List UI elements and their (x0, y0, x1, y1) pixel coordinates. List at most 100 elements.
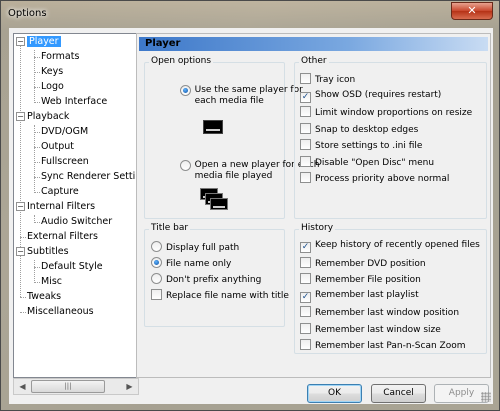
collapse-icon[interactable]: − (16, 247, 25, 256)
scroll-right-icon[interactable]: ▶ (121, 379, 138, 394)
history-group: History ✓ Keep history of recently opened… (294, 223, 487, 354)
tree-item-label: Output (41, 141, 74, 152)
tree-item[interactable]: Subtitles (27, 245, 69, 259)
no-prefix-radio[interactable]: Don't prefix anything (151, 273, 261, 286)
option-label: Remember DVD position (315, 258, 426, 269)
player-settings-panel: Player Open options Use the same player … (136, 33, 491, 378)
checkbox-icon (300, 306, 311, 317)
option-checkbox[interactable]: ✓ Remember last playlist (300, 290, 419, 303)
other-group: Other Tray icon ✓ Show OSD (requires resta… (294, 56, 487, 219)
collapse-icon[interactable]: − (16, 202, 25, 211)
checkbox-icon (300, 73, 311, 84)
tree-item-label: Fullscreen (41, 156, 89, 167)
option-checkbox[interactable]: Remember last window size (300, 322, 441, 336)
history-title: History (299, 223, 336, 233)
tree-item-label: Misc (41, 276, 63, 287)
radio-off-icon (151, 241, 162, 252)
tree-item-label: External Filters (27, 231, 98, 242)
other-title: Other (299, 56, 329, 66)
option-label: Show OSD (requires restart) (315, 89, 442, 100)
scroll-left-icon[interactable]: ◀ (14, 379, 31, 394)
option-checkbox[interactable]: Store settings to .ini file (300, 139, 422, 152)
option-checkbox[interactable]: ✓ Keep history of recently opened files (300, 240, 480, 253)
checkbox-icon (300, 122, 311, 134)
tree-item[interactable]: Audio Switcher (41, 215, 112, 229)
title-bar-title: Title bar (149, 223, 191, 233)
collapse-icon[interactable]: − (16, 37, 25, 46)
checkbox-icon (300, 273, 311, 284)
option-label: Remember last Pan-n-Scan Zoom (315, 341, 466, 351)
close-button[interactable]: ✕ (451, 2, 493, 20)
tree-item[interactable]: External Filters (27, 230, 98, 244)
checkbox-icon (300, 106, 311, 117)
tree-item[interactable]: Formats (41, 50, 79, 64)
tree-item-label: Playback (27, 111, 70, 122)
options-tree[interactable]: Player − Formats Keys Logo Web Interface Playb… (13, 33, 139, 378)
file-name-only-radio[interactable]: File name only (151, 257, 231, 270)
tree-item-label: Formats (41, 51, 80, 62)
tree-item-label: Capture (41, 186, 79, 197)
tree-item[interactable]: Misc (41, 275, 62, 289)
option-label: Remember last window position (315, 308, 460, 318)
tree-item[interactable]: Keys (41, 65, 63, 79)
tree-item[interactable]: Internal Filters (27, 200, 95, 214)
checkbox-icon: ✓ (300, 91, 311, 103)
resize-grip-icon[interactable] (481, 392, 491, 402)
tree-item[interactable]: Capture (41, 185, 79, 199)
option-checkbox[interactable]: Limit window proportions on resize (300, 106, 472, 119)
checkbox-icon (151, 289, 162, 300)
option-checkbox[interactable]: Disable "Open Disc" menu (300, 155, 435, 169)
option-label: Tray icon (315, 75, 356, 85)
option-label: Snap to desktop edges (315, 124, 419, 135)
tree-item[interactable]: Output (41, 140, 74, 154)
tree-horizontal-scrollbar[interactable]: ◀ ||| ▶ (13, 378, 139, 395)
same-player-radio[interactable]: Use the same player for each media file (151, 74, 303, 118)
option-checkbox[interactable]: Tray icon (300, 73, 355, 86)
options-window: Options ✕ Player − Formats Keys Logo Web Inte… (0, 0, 500, 411)
tree-item[interactable]: Miscellaneous (27, 305, 94, 319)
scrollbar-thumb[interactable]: ||| (31, 380, 105, 393)
checkbox-icon (300, 339, 311, 350)
option-checkbox[interactable]: Remember last window position (300, 306, 459, 319)
tree-item-label: Default Style (41, 261, 103, 272)
dialog-client-area: Player − Formats Keys Logo Web Interface Playb… (9, 28, 493, 404)
display-full-path-radio[interactable]: Display full path (151, 241, 239, 254)
tree-item[interactable]: DVD/OGM (41, 125, 88, 139)
tree-item[interactable]: Player (27, 35, 61, 49)
tree-item-label: Keys (41, 66, 64, 77)
option-label: Limit window proportions on resize (315, 108, 473, 118)
tree-item-label: Logo (41, 81, 64, 92)
replace-with-title-checkbox[interactable]: Replace file name with title (151, 289, 289, 302)
tree-item[interactable]: Tweaks (27, 290, 61, 304)
checkbox-icon (300, 322, 311, 334)
option-checkbox[interactable]: Remember DVD position (300, 256, 426, 270)
title-bar[interactable]: Options ✕ (1, 1, 499, 27)
tree-item[interactable]: Default Style (41, 260, 103, 274)
checkbox-icon (300, 256, 311, 268)
option-label: Store settings to .ini file (315, 141, 423, 151)
tree-item[interactable]: Sync Renderer Setti (41, 170, 135, 184)
open-options-title: Open options (149, 56, 214, 66)
option-checkbox[interactable]: Snap to desktop edges (300, 122, 419, 136)
close-icon: ✕ (467, 4, 477, 17)
tree-item[interactable]: Logo (41, 80, 64, 94)
option-checkbox[interactable]: Process priority above normal (300, 172, 449, 185)
tree-item-label: Player (27, 36, 61, 47)
tree-item[interactable]: Fullscreen (41, 155, 89, 169)
option-checkbox[interactable]: Remember File position (300, 273, 421, 286)
radio-on-icon (179, 85, 191, 96)
collapse-icon[interactable]: − (16, 112, 25, 121)
ok-button[interactable]: OK (307, 384, 362, 403)
panel-header: Player (139, 37, 488, 51)
tree-item-label: Miscellaneous (27, 306, 94, 317)
checkbox-icon (300, 155, 311, 167)
tree-item[interactable]: Playback (27, 110, 69, 124)
radio-off-icon (179, 160, 191, 171)
option-label: Disable "Open Disc" menu (315, 157, 435, 168)
tree-item[interactable]: Web Interface (41, 95, 107, 109)
option-checkbox[interactable]: ✓ Show OSD (requires restart) (300, 90, 441, 103)
cancel-button[interactable]: Cancel (371, 384, 426, 403)
tree-item-label: Audio Switcher (41, 216, 113, 227)
option-checkbox[interactable]: Remember last Pan-n-Scan Zoom (300, 339, 466, 352)
open-options-group: Open options Use the same player for eac… (144, 56, 319, 219)
